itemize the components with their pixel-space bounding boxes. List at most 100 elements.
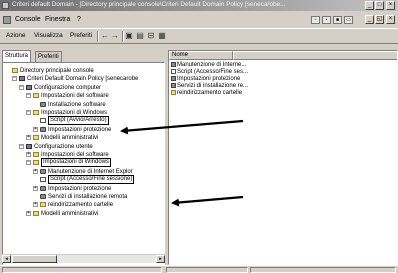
console-app-icon — [2, 2, 9, 9]
toolbar: Azione Visualizza Preferiti ← → ▣ ▤ ⊟ ▦ — [0, 28, 398, 44]
collapse-icon[interactable]: − — [26, 93, 31, 99]
scroll-left-button[interactable]: ◂ — [2, 255, 11, 263]
folder-icon — [33, 152, 39, 157]
back-icon[interactable]: ← — [100, 31, 110, 41]
gear-icon — [40, 101, 46, 107]
tab-preferiti[interactable]: Preferiti — [35, 51, 62, 62]
list-item-label: Manutenzione di Interne... — [177, 62, 247, 69]
maximize-button[interactable]: □ — [375, 1, 384, 10]
list-item[interactable]: Servizi di installazione re... — [171, 83, 248, 90]
cfg-icon — [19, 76, 25, 82]
tree-item-label: Impostazioni protezione — [48, 126, 112, 133]
save-icon[interactable]: ■ — [333, 16, 342, 24]
column-header-nome[interactable]: Nome — [169, 51, 233, 60]
tree-item-label: Impostazioni di Windows — [41, 158, 112, 168]
tree-item-label: Script (Avvio/Arresto) — [48, 116, 109, 126]
tree-item-label: Script (Accesso/Fine sessione) — [48, 175, 135, 185]
tree-hscrollbar[interactable]: ◂ ▸ — [2, 254, 165, 263]
tree-tabs: Struttura Preferiti — [2, 50, 164, 63]
menu-azione[interactable]: Azione — [6, 32, 26, 39]
minimize-button[interactable]: _ — [365, 1, 374, 10]
menu-finestra[interactable]: Finestra — [45, 16, 70, 23]
menu-help[interactable]: ? — [77, 16, 81, 23]
collapse-icon[interactable]: − — [19, 84, 24, 90]
expand-icon[interactable]: + — [26, 152, 31, 157]
folder-icon — [33, 135, 39, 141]
menu-visualizza[interactable]: Visualizza — [34, 32, 63, 39]
gear-icon — [171, 76, 176, 81]
tree-item-label: Impostazioni protezione — [48, 185, 112, 192]
list-item[interactable]: Impostazioni protezione — [171, 76, 240, 83]
mdi-restore-button[interactable]: ◱ — [375, 15, 384, 24]
expand-icon[interactable]: + — [26, 210, 31, 216]
doc-icon — [40, 177, 46, 183]
title-bar[interactable]: Criteri default Domain - [Directory prin… — [0, 0, 398, 11]
folder-icon — [12, 68, 18, 73]
tree-item-label: Configurazione computer — [34, 84, 102, 91]
tree-item-label: reindirizzamento cartelle — [48, 202, 114, 209]
console-menu-icon — [3, 16, 11, 24]
list-item[interactable]: Manutenzione di Interne... — [171, 62, 246, 69]
menu-console[interactable]: Console — [15, 16, 41, 23]
status-bar — [0, 265, 398, 273]
status-cell — [166, 267, 248, 273]
open-icon[interactable]: ▪ — [322, 16, 331, 24]
column-header-blank — [233, 51, 397, 60]
mmc-window: Criteri default Domain - [Directory prin… — [0, 0, 398, 273]
list-item-label: Servizi di installazione re... — [177, 83, 249, 90]
expand-icon[interactable]: + — [33, 185, 38, 191]
forward-icon[interactable]: → — [110, 31, 120, 41]
list-item[interactable]: reindirizzamento cartelle — [171, 90, 242, 97]
cfg-icon — [26, 84, 32, 90]
folder-icon — [33, 210, 39, 216]
cfg-icon — [26, 143, 32, 149]
tree-item-label: Criteri Default Domain Policy [senecarob… — [27, 76, 139, 83]
tree-item-label: Configurazione utente — [34, 143, 93, 150]
mdi-close-button[interactable]: × — [386, 15, 395, 24]
folder-icon — [33, 93, 39, 99]
collapse-icon[interactable]: − — [12, 76, 17, 82]
window-icon[interactable]: ▭ — [344, 16, 353, 24]
doc-icon — [171, 69, 176, 74]
help-icon[interactable]: ▦ — [157, 31, 167, 41]
list-header: Nome — [169, 51, 397, 60]
expand-icon[interactable]: + — [33, 126, 38, 132]
expand-icon[interactable]: + — [33, 202, 38, 208]
tree-item-label: Installazione software — [48, 101, 106, 108]
gear-icon — [40, 126, 46, 132]
tree-item-label: Impostazioni del software — [41, 93, 109, 100]
gear-icon — [40, 168, 46, 174]
up-level-icon[interactable]: ▣ — [124, 31, 134, 41]
mdi-minimize-button[interactable]: _ — [365, 15, 374, 24]
tree-item-label: Modelli amministrativi — [41, 135, 99, 142]
list-item[interactable]: Script (Accesso/Fine ses... — [171, 69, 248, 76]
folder-icon — [40, 202, 46, 208]
show-tree-icon[interactable]: ▤ — [135, 31, 145, 41]
menu-preferiti[interactable]: Preferiti — [70, 32, 92, 39]
tree-pane[interactable]: Directory principale console − Criteri Def… — [2, 62, 165, 265]
menu-bar: Console Finestra ? ▫ ▪ ■ ▭ _ ◱ × — [0, 13, 398, 27]
toolbar-separator — [97, 31, 99, 42]
tree-item-label: Modelli amministrativi — [41, 210, 99, 217]
gear-icon — [40, 185, 46, 191]
close-button[interactable]: × — [386, 1, 395, 10]
list-item-label: reindirizzamento cartelle — [177, 90, 243, 97]
collapse-icon[interactable]: − — [19, 143, 24, 149]
status-cell — [2, 267, 162, 273]
folder-icon — [33, 110, 39, 115]
new-icon[interactable]: ▫ — [311, 16, 320, 24]
collapse-icon[interactable]: − — [26, 160, 31, 166]
collapse-icon[interactable]: − — [26, 110, 31, 115]
scroll-right-button[interactable]: ▸ — [156, 255, 165, 263]
expand-icon[interactable]: + — [33, 168, 38, 174]
gear-icon — [171, 83, 176, 88]
list-pane[interactable]: Nome Manutenzione di Interne... Script (A… — [168, 50, 398, 265]
list-item-label: Script (Accesso/Fine ses... — [177, 69, 249, 76]
export-list-icon[interactable]: ⊟ — [146, 31, 156, 41]
folder-icon — [33, 160, 39, 166]
expand-icon[interactable]: + — [26, 135, 31, 141]
doc-icon — [40, 118, 46, 124]
gear-icon — [171, 62, 176, 67]
tree-item-label: Servizi di installazione remota — [48, 194, 128, 200]
scroll-thumb[interactable] — [12, 255, 57, 263]
